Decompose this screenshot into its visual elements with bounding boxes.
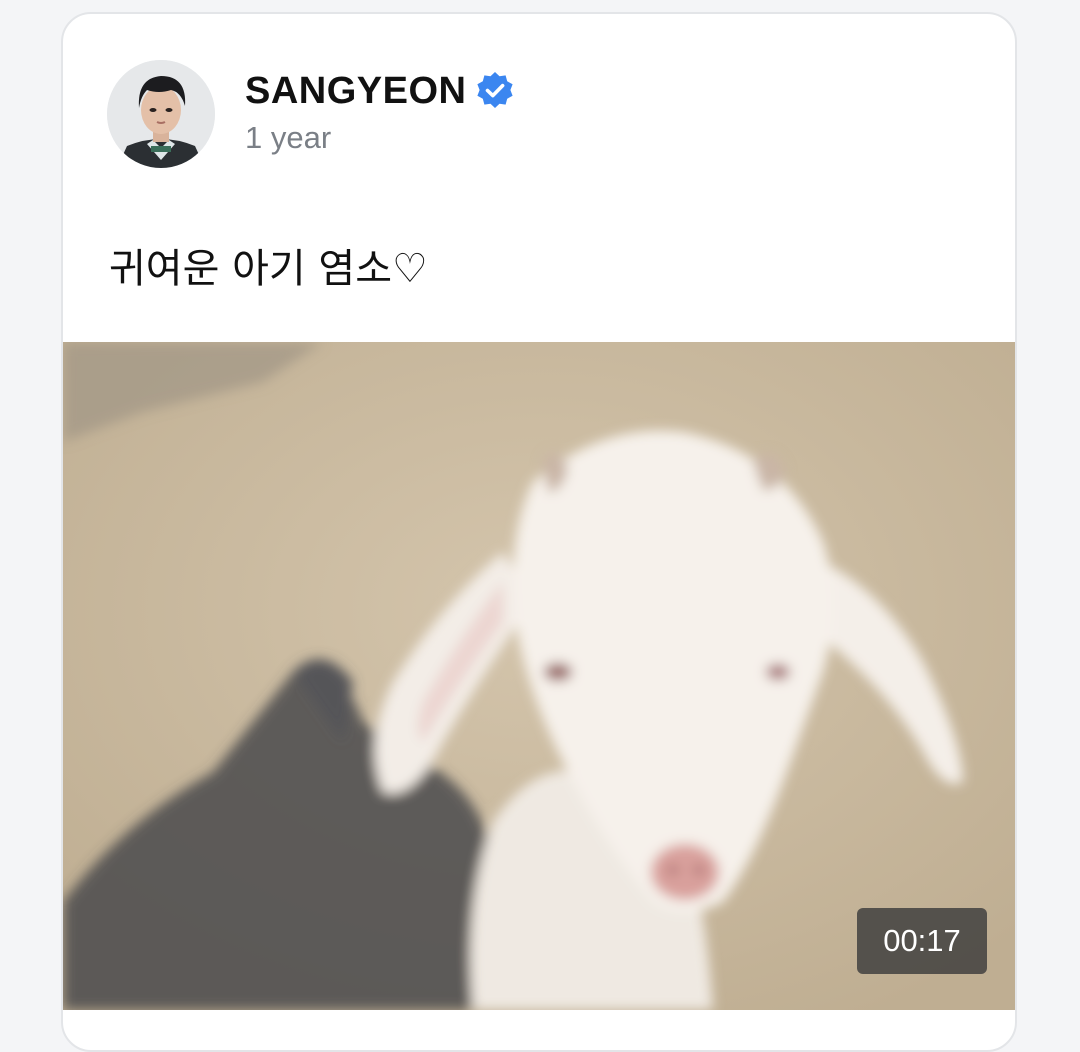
avatar[interactable] (107, 60, 215, 168)
video-duration: 00:17 (857, 908, 987, 974)
author-row: SANGYEON (245, 68, 516, 114)
author-name[interactable]: SANGYEON (245, 70, 466, 113)
video-player[interactable]: 00:17 (63, 342, 1015, 1010)
post-timestamp[interactable]: 1 year (245, 120, 516, 156)
post-header: SANGYEON 1 year (107, 60, 516, 170)
post-text: 귀여운 아기 염소♡ (109, 246, 428, 292)
post-card: SANGYEON 1 year 귀여운 아기 염소♡ 00:17 (61, 12, 1017, 1052)
verified-badge-icon (477, 72, 514, 108)
post-meta: SANGYEON 1 year (245, 60, 516, 156)
